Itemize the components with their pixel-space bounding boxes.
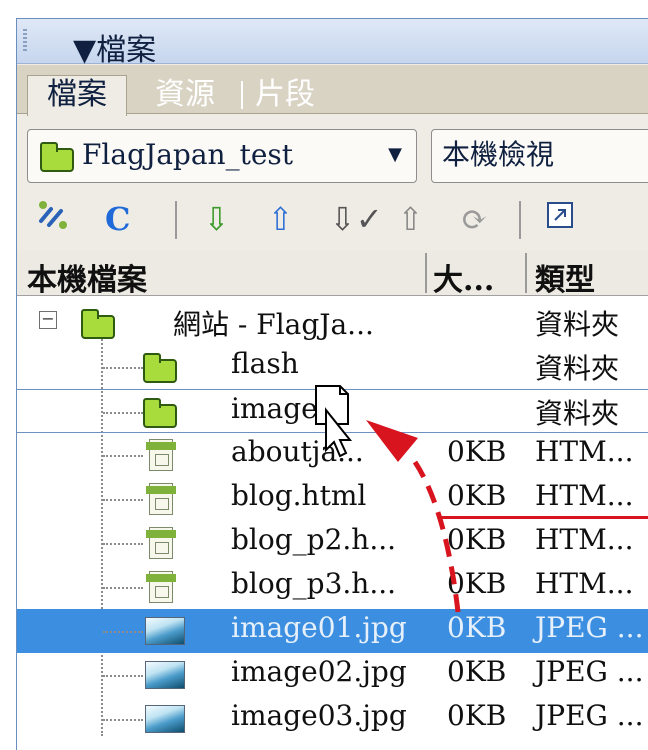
drag-cursor-icon	[310, 380, 354, 464]
drag-arrow-annotation	[366, 420, 461, 613]
annotation-underline	[440, 516, 648, 519]
